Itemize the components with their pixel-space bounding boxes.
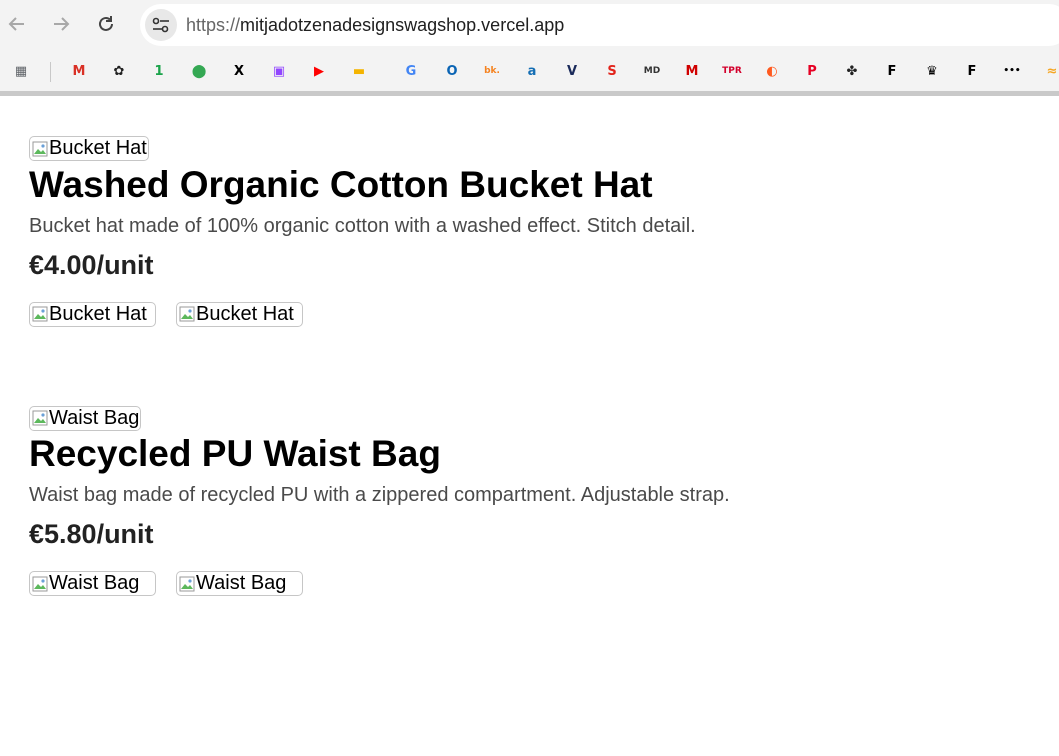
product-description: Bucket hat made of 100% organic cotton w…: [29, 214, 696, 237]
image-alt-text: Waist Bag: [196, 572, 287, 594]
amazon-icon[interactable]: a: [521, 60, 543, 82]
broken-image-icon: [32, 576, 48, 592]
product-card: Bucket Hat Washed Organic Cotton Bucket …: [29, 136, 1029, 327]
bookmarks-bar: ▦ M ✿ 1 ⬤ X ▣ ▶ ▬ G Obk. a V S MD M TPR ◐ P ✤ F ♛ F ••• ≈: [0, 54, 1059, 88]
outlook-icon[interactable]: O: [441, 60, 463, 82]
image-alt-text: Waist Bag: [49, 406, 140, 429]
product-main-image: Bucket Hat: [29, 136, 149, 161]
product-thumbnail[interactable]: Bucket Hat: [176, 301, 303, 327]
back-button[interactable]: [2, 9, 32, 39]
image-alt-text: Bucket Hat: [49, 137, 147, 159]
youtube-icon[interactable]: ▶: [308, 60, 330, 82]
yellow-icon[interactable]: ≈: [1041, 60, 1059, 82]
s-icon[interactable]: S: [601, 60, 623, 82]
product-thumbnail[interactable]: Bucket Hat: [29, 301, 156, 327]
url-host: mitjadotzenadesignswagshop.vercel.app: [240, 15, 565, 35]
pinterest-icon[interactable]: P: [801, 60, 823, 82]
broken-image-icon: [32, 306, 48, 322]
m-icon[interactable]: M: [681, 60, 703, 82]
image-alt-text: Waist Bag: [49, 572, 140, 594]
broken-image-icon: [179, 306, 195, 322]
product-card: Waist Bag Recycled PU Waist Bag Waist ba…: [29, 405, 1029, 596]
product-thumbnail[interactable]: Waist Bag: [29, 571, 156, 596]
reload-icon: [99, 16, 113, 31]
arrow-left-icon: [8, 17, 24, 31]
browser-chrome: https://mitjadotzenadesignswagshop.verce…: [0, 0, 1059, 96]
product-thumbnails: Waist Bag Waist Bag: [29, 571, 1029, 596]
orange-icon[interactable]: ◐: [761, 60, 783, 82]
one-icon[interactable]: 1: [148, 60, 170, 82]
twitch-icon[interactable]: ▣: [268, 60, 290, 82]
product-price: €4.00/unit: [29, 249, 154, 280]
url-scheme: https://: [186, 15, 241, 35]
translate-icon[interactable]: G: [400, 60, 422, 82]
reload-button[interactable]: [91, 9, 121, 39]
product-thumbnail[interactable]: Waist Bag: [176, 571, 303, 596]
maps-icon[interactable]: ⬤: [188, 60, 210, 82]
booking-icon[interactable]: bk.: [481, 60, 503, 82]
gmail-icon[interactable]: M: [68, 60, 90, 82]
product-price: €5.80/unit: [29, 519, 154, 549]
openai-icon[interactable]: ✿: [108, 60, 130, 82]
site-info-button[interactable]: [145, 9, 177, 41]
f-box-icon[interactable]: F: [881, 60, 903, 82]
x-icon[interactable]: X: [228, 60, 250, 82]
product-list: Bucket Hat Washed Organic Cotton Bucket …: [29, 136, 1029, 596]
bookmarks-separator: [50, 62, 51, 82]
product-main-image: Waist Bag: [29, 405, 142, 431]
apps-grid-icon[interactable]: ▦: [10, 60, 32, 82]
v-icon[interactable]: V: [561, 60, 583, 82]
image-alt-text: Bucket Hat: [49, 302, 147, 325]
product-title: Recycled PU Waist Bag: [29, 433, 441, 474]
broken-image-icon: [32, 410, 48, 426]
tpr-icon[interactable]: TPR: [721, 60, 743, 82]
forward-button[interactable]: [46, 9, 76, 39]
product-title: Washed Organic Cotton Bucket Hat: [29, 163, 653, 205]
slides-icon[interactable]: ▬: [348, 60, 370, 82]
product-description: Waist bag made of recycled PU with a zip…: [29, 484, 730, 506]
crown-icon[interactable]: ♛: [921, 60, 943, 82]
product-thumbnails: Bucket Hat Bucket Hat: [29, 301, 1029, 327]
md-icon[interactable]: MD: [641, 60, 663, 82]
tune-icon: [152, 17, 169, 33]
plant-icon[interactable]: ✤: [841, 60, 863, 82]
image-alt-text: Bucket Hat: [196, 302, 294, 325]
dots-icon[interactable]: •••: [1001, 60, 1023, 82]
chrome-divider: [0, 91, 1059, 96]
f-icon[interactable]: F: [961, 60, 983, 82]
broken-image-icon: [179, 576, 195, 592]
address-bar[interactable]: https://mitjadotzenadesignswagshop.verce…: [140, 4, 1059, 46]
url-text[interactable]: https://mitjadotzenadesignswagshop.verce…: [186, 15, 564, 36]
arrow-right-icon: [54, 17, 70, 31]
broken-image-icon: [32, 141, 48, 157]
